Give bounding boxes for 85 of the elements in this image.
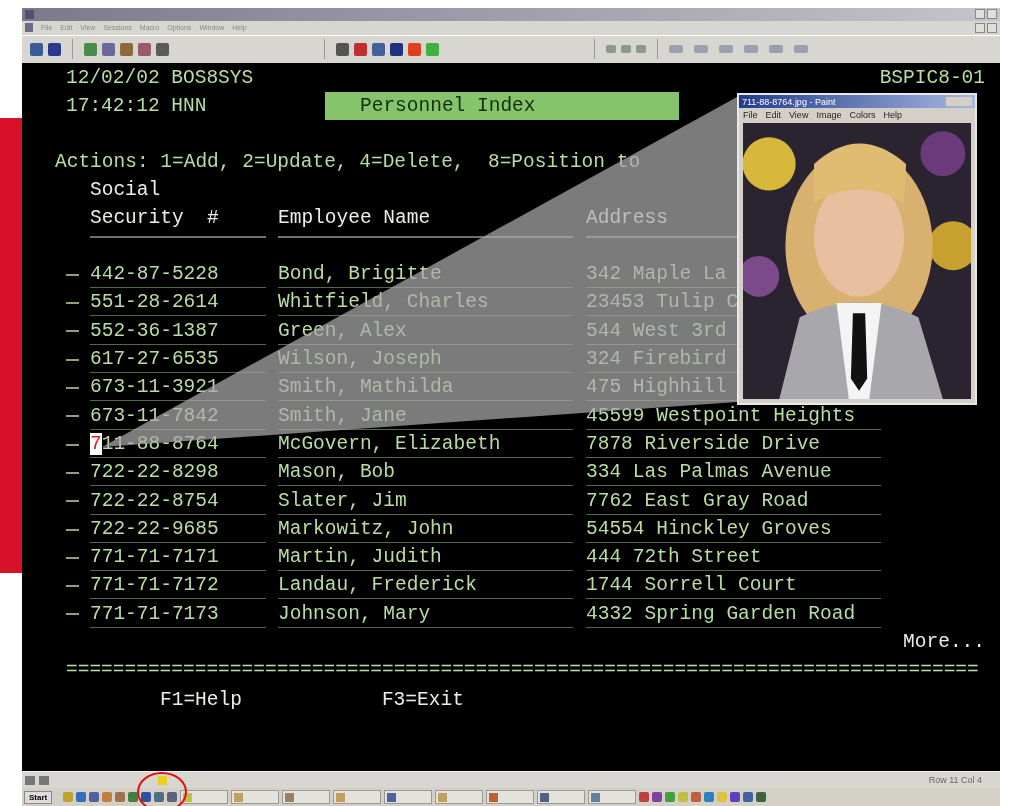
toolbar-icon[interactable]	[372, 42, 385, 56]
task-button[interactable]	[384, 790, 433, 804]
table-cell: 551-28-2614	[90, 289, 266, 317]
table-cell: 4332 Spring Garden Road	[586, 600, 881, 628]
table-cell: 444 72th Street	[586, 544, 881, 572]
table-cell: 722-22-9685	[90, 515, 266, 543]
minimize-button[interactable]	[975, 9, 985, 20]
quick-launch-icon[interactable]	[154, 792, 165, 802]
toolbar-icon[interactable]	[138, 42, 151, 56]
menu-item[interactable]: Help	[883, 109, 902, 120]
table-cell: 552-36-1387	[90, 317, 266, 345]
table-cell: 442-87-5228	[90, 261, 266, 289]
task-button[interactable]	[231, 790, 280, 804]
maximize-button[interactable]	[987, 22, 997, 33]
more-indicator: More...	[903, 630, 985, 653]
minimize-button[interactable]	[975, 22, 985, 33]
function-key[interactable]: F1=Help	[160, 688, 242, 711]
task-button[interactable]	[588, 790, 637, 804]
column-header: Social	[90, 178, 161, 201]
task-button[interactable]	[282, 790, 331, 804]
tray-icon[interactable]	[652, 792, 663, 802]
tray-icon[interactable]	[704, 792, 715, 802]
toolbar-icon[interactable]	[30, 42, 43, 56]
table-cell: 722-22-8298	[90, 459, 266, 487]
table-cell: Landau, Frederick	[278, 572, 573, 600]
task-button[interactable]	[486, 790, 535, 804]
table-cell: 334 Las Palmas Avenue	[586, 459, 881, 487]
toolbar-icon[interactable]	[48, 42, 61, 56]
menu-item[interactable]: Edit	[765, 109, 782, 120]
table-cell: Mason, Bob	[278, 459, 573, 487]
table-cell: 54554 Hinckley Groves	[586, 515, 881, 543]
task-button[interactable]	[180, 790, 229, 804]
window-title: 711-88-8764.jpg - Paint	[742, 96, 836, 107]
quick-launch-icon[interactable]	[167, 792, 178, 802]
tray-icon[interactable]	[730, 792, 741, 802]
separator-line: ==============================================================================	[66, 658, 979, 681]
toolbar-icon[interactable]	[156, 42, 169, 56]
task-button[interactable]	[537, 790, 586, 804]
task-button[interactable]	[435, 790, 484, 804]
menu-item[interactable]: File	[743, 109, 758, 120]
quick-launch-icon[interactable]	[76, 792, 87, 802]
table-cell: 771-71-7173	[90, 600, 266, 628]
tray-icon[interactable]	[743, 792, 754, 802]
task-button[interactable]	[333, 790, 382, 804]
toolbar-icon[interactable]	[102, 42, 115, 56]
quick-launch-icon[interactable]	[141, 792, 152, 802]
highlight-circle	[137, 772, 187, 806]
date-system: 12/02/02 BOS8SYS	[66, 66, 254, 89]
actions-text: Actions: 1=Add, 2=Update, 4=Delete, 8=Position to	[55, 150, 641, 173]
tray-icon[interactable]	[756, 792, 767, 802]
tray-icon[interactable]	[639, 792, 650, 802]
table-cell: 771-71-7172	[90, 572, 266, 600]
quick-launch-icon[interactable]	[102, 792, 113, 802]
table-cell: Martin, Judith	[278, 544, 573, 572]
toolbar-icon[interactable]	[120, 42, 133, 56]
menu-item[interactable]: Colors	[849, 109, 876, 120]
table-cell: 1744 Sorrell Court	[586, 572, 881, 600]
tray-icon[interactable]	[691, 792, 702, 802]
app-icon	[25, 10, 34, 19]
document-icon	[25, 23, 33, 33]
table-cell: 771-71-7171	[90, 544, 266, 572]
screen-title: Personnel Index	[325, 91, 679, 120]
column-header: Security #	[90, 203, 266, 238]
menu-item[interactable]: Image	[816, 109, 842, 120]
function-key[interactable]: F3=Exit	[381, 688, 464, 711]
menu-item[interactable]: View	[789, 109, 809, 120]
table-cell: 7878 Riverside Drive	[586, 430, 881, 458]
quick-launch-icon[interactable]	[89, 792, 100, 802]
tray-icon[interactable]	[665, 792, 676, 802]
lock-icon	[158, 775, 167, 785]
toolbar-icon[interactable]	[354, 42, 367, 56]
table-cell: Johnson, Mary	[278, 600, 573, 628]
table-cell: 722-22-8754	[90, 487, 266, 515]
cursor-position: Row 11 Col 4	[928, 775, 982, 786]
table-cell: 7762 East Gray Road	[586, 487, 881, 515]
quick-launch-icon[interactable]	[128, 792, 139, 802]
table-cell: Markowitz, John	[278, 515, 573, 543]
time-user: 17:42:12 HNN	[66, 94, 208, 117]
quick-launch-icon[interactable]	[115, 792, 126, 802]
screen-id: BSPIC8-01	[879, 66, 985, 89]
toolbar-icon[interactable]	[336, 42, 349, 56]
maximize-button[interactable]	[987, 9, 997, 20]
start-button[interactable]: Start	[24, 790, 53, 804]
table-cell: Slater, Jim	[278, 487, 573, 515]
toolbar-icon[interactable]	[390, 42, 403, 56]
